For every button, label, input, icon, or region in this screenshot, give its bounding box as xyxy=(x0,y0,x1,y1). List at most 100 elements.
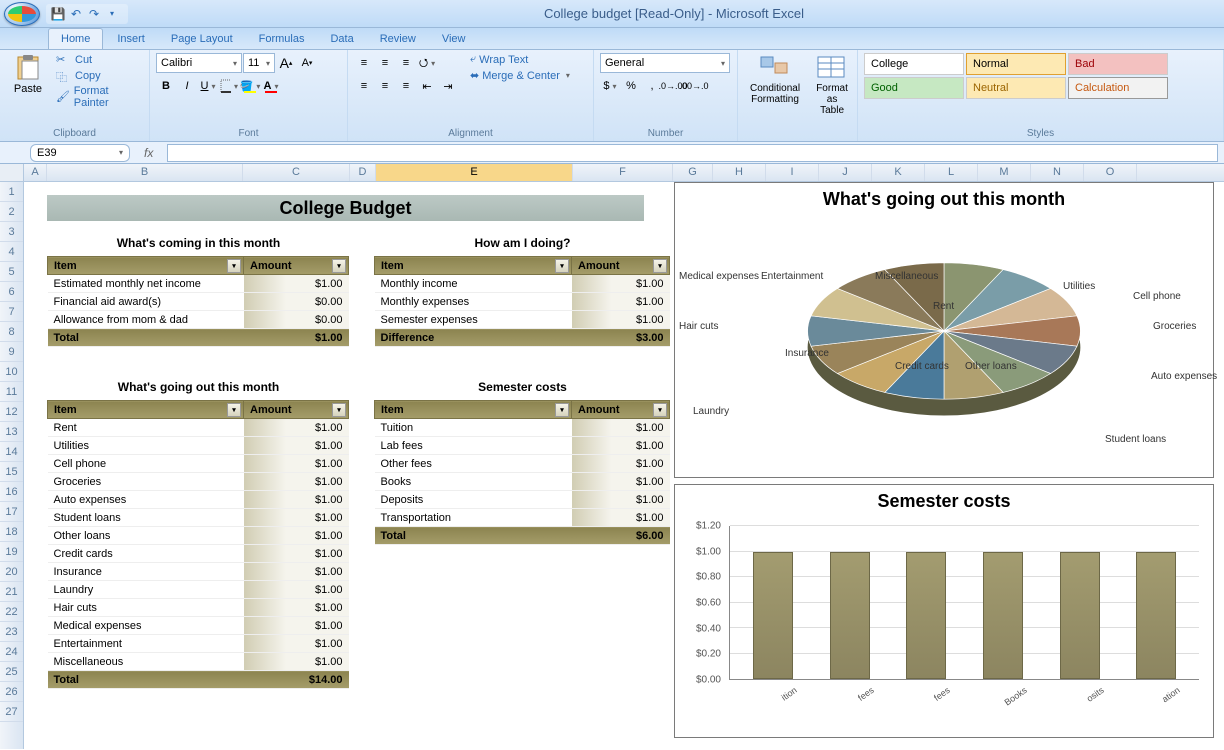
col-header-C[interactable]: C xyxy=(243,164,350,181)
row-header-9[interactable]: 9 xyxy=(0,342,23,362)
borders-button[interactable]: ▾ xyxy=(219,76,239,96)
format-painter-button[interactable]: 🖌Format Painter xyxy=(54,85,143,109)
filter-button[interactable]: ▾ xyxy=(555,403,569,417)
cut-button[interactable]: ✂Cut xyxy=(54,53,143,67)
col-header-J[interactable]: J xyxy=(819,164,872,181)
font-family-combo[interactable]: Calibri▾ xyxy=(156,53,242,73)
row-header-6[interactable]: 6 xyxy=(0,282,23,302)
orientation-button[interactable]: ⭯▾ xyxy=(417,53,437,73)
table-row[interactable]: Financial aid award(s)$0.00 xyxy=(48,293,349,311)
filter-button[interactable]: ▾ xyxy=(227,259,241,273)
table-row[interactable]: Tuition$1.00 xyxy=(375,419,670,437)
row-header-22[interactable]: 22 xyxy=(0,602,23,622)
font-size-combo[interactable]: 11▾ xyxy=(243,53,275,73)
fill-color-button[interactable]: 🪣▾ xyxy=(240,76,260,96)
redo-icon[interactable]: ↷ xyxy=(86,6,102,22)
col-header-O[interactable]: O xyxy=(1084,164,1137,181)
row-header-24[interactable]: 24 xyxy=(0,642,23,662)
font-color-button[interactable]: A▾ xyxy=(261,76,281,96)
col-header-G[interactable]: G xyxy=(673,164,713,181)
cell-style-bad[interactable]: Bad xyxy=(1068,53,1168,75)
office-button[interactable] xyxy=(4,2,40,26)
row-header-23[interactable]: 23 xyxy=(0,622,23,642)
currency-button[interactable]: $▾ xyxy=(600,76,620,96)
worksheet-cells[interactable]: College Budget What's coming in this mon… xyxy=(24,182,1224,749)
cell-style-college[interactable]: College xyxy=(864,53,964,75)
row-header-3[interactable]: 3 xyxy=(0,222,23,242)
save-icon[interactable]: 💾 xyxy=(50,6,66,22)
format-as-table-button[interactable]: Format as Table xyxy=(810,53,854,118)
col-header-B[interactable]: B xyxy=(47,164,243,181)
conditional-formatting-button[interactable]: Conditional Formatting xyxy=(744,53,806,107)
table-row[interactable]: Cell phone$1.00 xyxy=(48,455,349,473)
row-header-27[interactable]: 27 xyxy=(0,702,23,722)
row-header-14[interactable]: 14 xyxy=(0,442,23,462)
row-header-1[interactable]: 1 xyxy=(0,182,23,202)
cell-style-good[interactable]: Good xyxy=(864,77,964,99)
shrink-font-button[interactable]: A▾ xyxy=(297,53,317,73)
row-header-7[interactable]: 7 xyxy=(0,302,23,322)
undo-icon[interactable]: ↶ xyxy=(68,6,84,22)
table-row[interactable]: Medical expenses$1.00 xyxy=(48,617,349,635)
row-header-18[interactable]: 18 xyxy=(0,522,23,542)
col-header-I[interactable]: I xyxy=(766,164,819,181)
chart-bar[interactable]: Semester costs $0.00$0.20$0.40$0.60$0.80… xyxy=(674,484,1214,738)
filter-button[interactable]: ▾ xyxy=(653,403,667,417)
tab-page-layout[interactable]: Page Layout xyxy=(159,29,245,49)
chart-pie[interactable]: What's going out this month Miscellaneou… xyxy=(674,182,1214,478)
tab-home[interactable]: Home xyxy=(48,28,103,49)
align-top-button[interactable]: ≡ xyxy=(354,53,374,73)
row-header-13[interactable]: 13 xyxy=(0,422,23,442)
row-header-2[interactable]: 2 xyxy=(0,202,23,222)
align-left-button[interactable]: ≡ xyxy=(354,76,374,96)
underline-button[interactable]: U▾ xyxy=(198,76,218,96)
tab-insert[interactable]: Insert xyxy=(105,29,157,49)
col-header-D[interactable]: D xyxy=(350,164,376,181)
col-header-E[interactable]: E xyxy=(376,164,573,181)
qat-dropdown-icon[interactable]: ▾ xyxy=(104,6,120,22)
row-header-10[interactable]: 10 xyxy=(0,362,23,382)
table-row[interactable]: Books$1.00 xyxy=(375,473,670,491)
table-row[interactable]: Insurance$1.00 xyxy=(48,563,349,581)
table-row[interactable]: Deposits$1.00 xyxy=(375,491,670,509)
row-header-20[interactable]: 20 xyxy=(0,562,23,582)
cell-style-calculation[interactable]: Calculation xyxy=(1068,77,1168,99)
align-bottom-button[interactable]: ≡ xyxy=(396,53,416,73)
table-row[interactable]: Rent$1.00 xyxy=(48,419,349,437)
row-header-12[interactable]: 12 xyxy=(0,402,23,422)
decrease-decimal-button[interactable]: .00→.0 xyxy=(684,76,704,96)
table-row[interactable]: Transportation$1.00 xyxy=(375,509,670,527)
cell-styles-gallery[interactable]: CollegeNormalBad GoodNeutralCalculation xyxy=(864,53,1168,99)
table-row[interactable]: Miscellaneous$1.00 xyxy=(48,653,349,671)
table-row[interactable]: Groceries$1.00 xyxy=(48,473,349,491)
percent-button[interactable]: % xyxy=(621,76,641,96)
row-header-11[interactable]: 11 xyxy=(0,382,23,402)
filter-button[interactable]: ▾ xyxy=(653,259,667,273)
align-right-button[interactable]: ≡ xyxy=(396,76,416,96)
increase-indent-button[interactable]: ⇥ xyxy=(438,76,458,96)
col-header-N[interactable]: N xyxy=(1031,164,1084,181)
table-row[interactable]: Hair cuts$1.00 xyxy=(48,599,349,617)
col-header-H[interactable]: H xyxy=(713,164,766,181)
row-header-21[interactable]: 21 xyxy=(0,582,23,602)
table-row[interactable]: Entertainment$1.00 xyxy=(48,635,349,653)
row-header-26[interactable]: 26 xyxy=(0,682,23,702)
number-format-combo[interactable]: General▾ xyxy=(600,53,730,73)
tab-formulas[interactable]: Formulas xyxy=(247,29,317,49)
tab-data[interactable]: Data xyxy=(318,29,365,49)
table-row[interactable]: Estimated monthly net income$1.00 xyxy=(48,275,349,293)
decrease-indent-button[interactable]: ⇤ xyxy=(417,76,437,96)
table-row[interactable]: Other fees$1.00 xyxy=(375,455,670,473)
table-row[interactable]: Lab fees$1.00 xyxy=(375,437,670,455)
table-row[interactable]: Credit cards$1.00 xyxy=(48,545,349,563)
cell-style-neutral[interactable]: Neutral xyxy=(966,77,1066,99)
select-all-corner[interactable] xyxy=(0,164,24,181)
align-middle-button[interactable]: ≡ xyxy=(375,53,395,73)
table-row[interactable]: Utilities$1.00 xyxy=(48,437,349,455)
merge-center-button[interactable]: ⬌Merge & Center▾ xyxy=(468,69,572,82)
cell-style-normal[interactable]: Normal xyxy=(966,53,1066,75)
filter-button[interactable]: ▾ xyxy=(332,403,346,417)
table-row[interactable]: Laundry$1.00 xyxy=(48,581,349,599)
bold-button[interactable]: B xyxy=(156,76,176,96)
row-header-16[interactable]: 16 xyxy=(0,482,23,502)
